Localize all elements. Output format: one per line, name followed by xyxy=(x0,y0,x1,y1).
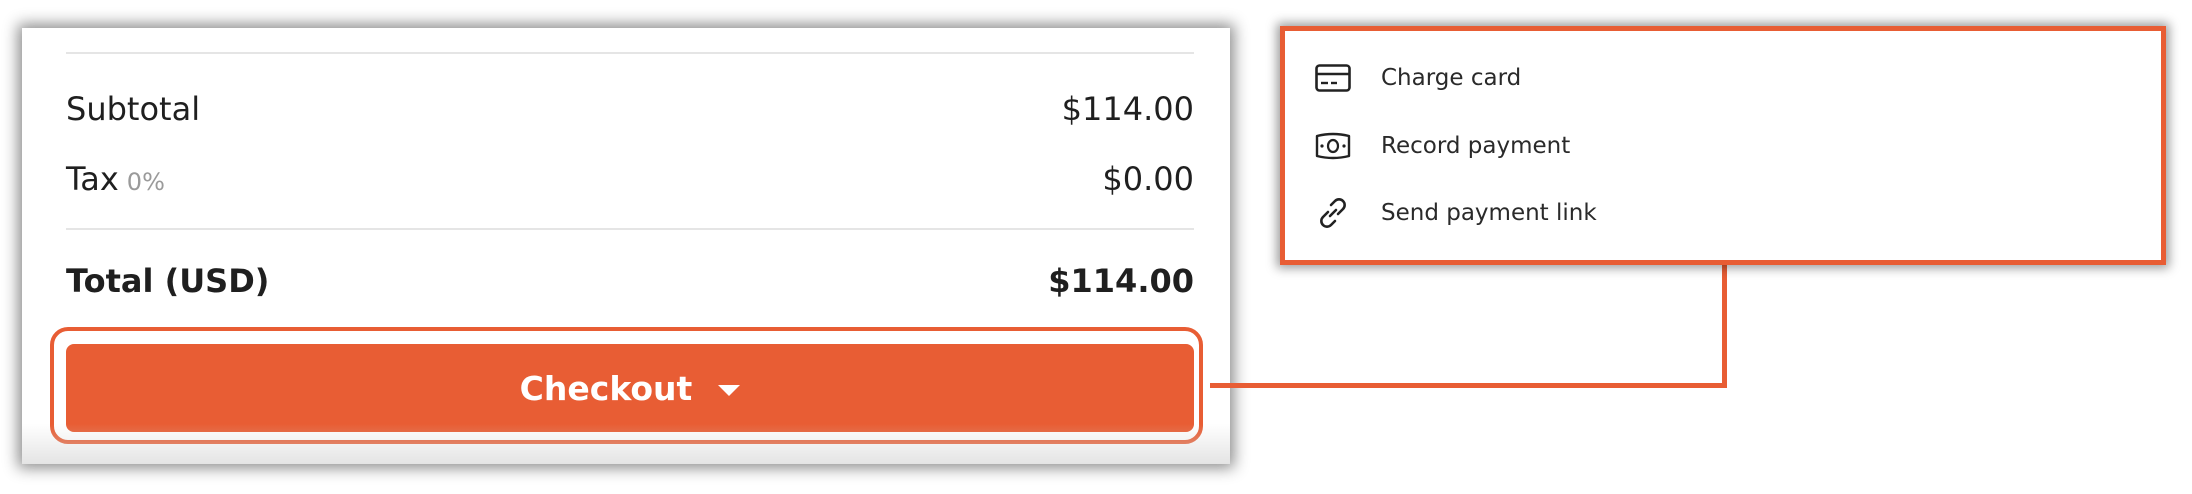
menu-item-record-payment[interactable]: Record payment xyxy=(1313,126,1570,166)
tax-rate: 0% xyxy=(126,168,165,196)
order-summary-card: Subtotal $114.00 Tax 0% $0.00 Total (USD)… xyxy=(22,28,1230,464)
tax-label: Tax xyxy=(66,160,119,198)
credit-card-icon xyxy=(1313,58,1353,98)
checkout-button[interactable]: Checkout xyxy=(66,344,1194,432)
link-icon xyxy=(1313,193,1353,233)
connector-line-vertical xyxy=(1722,260,1727,388)
checkout-label: Checkout xyxy=(519,368,693,408)
chevron-down-icon xyxy=(718,384,741,396)
subtotal-row: Subtotal $114.00 xyxy=(66,90,1194,128)
total-divider xyxy=(66,228,1194,230)
total-label: Total (USD) xyxy=(66,262,270,300)
menu-item-charge-card[interactable]: Charge card xyxy=(1313,58,1521,98)
menu-item-label: Record payment xyxy=(1381,133,1571,159)
cash-icon xyxy=(1313,126,1353,166)
menu-item-send-payment-link[interactable]: Send payment link xyxy=(1313,193,1597,233)
total-row: Total (USD) $114.00 xyxy=(66,262,1194,300)
menu-item-label: Send payment link xyxy=(1381,200,1597,226)
card-bottom-fade xyxy=(22,424,1230,464)
connector-line-horizontal xyxy=(1210,383,1727,388)
top-divider xyxy=(66,52,1194,54)
tax-row: Tax 0% $0.00 xyxy=(66,160,1194,198)
subtotal-value: $114.00 xyxy=(1061,90,1194,128)
subtotal-label: Subtotal xyxy=(66,90,201,128)
tax-label-group: Tax 0% xyxy=(66,160,165,198)
checkout-dropdown-menu: Charge card Record payment Send payment … xyxy=(1280,26,2166,265)
menu-item-label: Charge card xyxy=(1381,65,1522,91)
tax-value: $0.00 xyxy=(1102,160,1194,198)
total-value: $114.00 xyxy=(1048,262,1194,300)
